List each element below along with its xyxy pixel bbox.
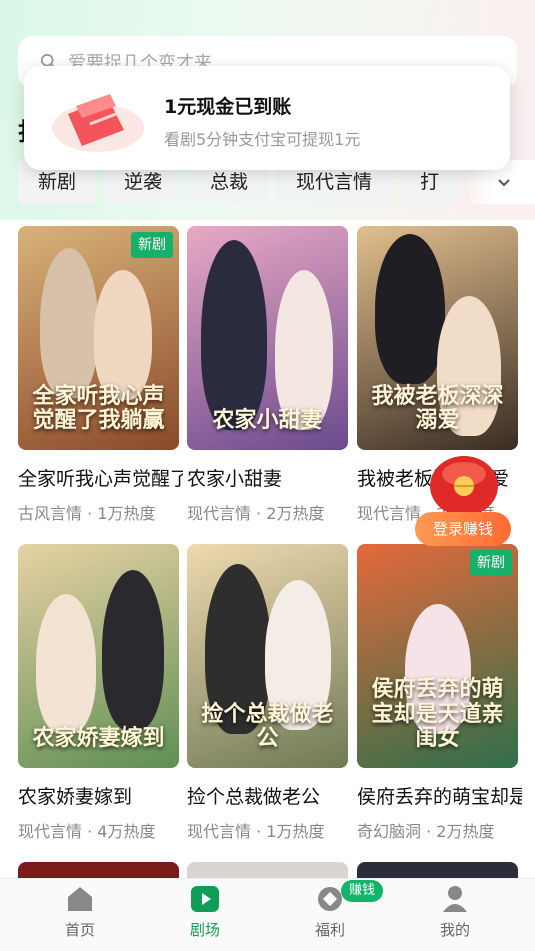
login-earn-button[interactable]: 登录赚钱 — [415, 512, 511, 546]
drama-meta: 奇幻脑洞 · 2万热度 — [357, 822, 495, 841]
poster-title: 侯府丢弃的萌宝却是天道亲闺女 — [371, 676, 504, 751]
drama-name[interactable]: 侯府丢弃的萌宝却是天道亲闺女 — [357, 782, 522, 809]
bottom-nav: 首页 剧场 福利 我的 — [0, 878, 535, 951]
drama-poster: 农家娇妻嫁到 — [18, 544, 179, 768]
nav-label: 福利 — [314, 921, 345, 939]
drama-meta: 现代言情 · 1万热度 — [187, 822, 325, 841]
drama-meta: 现代言情 · 2万热度 — [187, 504, 325, 523]
poster-title: 全家听我心声觉醒了我躺赢 — [32, 382, 165, 433]
drama-poster: 我被老板深深溺爱 — [357, 226, 518, 450]
toast-title: 1元现金已到账 — [164, 96, 292, 118]
drama-name[interactable]: 捡个总裁做老公 — [187, 782, 352, 809]
drama-poster: 农家小甜妻 — [187, 226, 348, 450]
drama-name[interactable]: 农家娇妻嫁到 — [18, 782, 183, 809]
poster-title: 我被老板深深溺爱 — [371, 382, 504, 433]
drama-meta: 现代言情 · 4万热度 — [18, 822, 156, 841]
new-badge: 新剧 — [470, 550, 512, 576]
nav-label: 我的 — [439, 921, 470, 939]
drama-name[interactable]: 农家小甜妻 — [187, 464, 352, 491]
play-icon — [191, 886, 219, 912]
nav-item-mine[interactable]: 我的 — [415, 885, 495, 947]
earn-badge: 赚钱 — [341, 880, 384, 902]
reward-toast[interactable]: 1元现金已到账 看剧5分钟支付宝可提现1元 — [24, 66, 510, 170]
drama-poster: 全家听我心声觉醒了我躺赢 新剧 — [18, 226, 179, 450]
new-badge: 新剧 — [131, 232, 173, 258]
poster-title: 捡个总裁做老公 — [201, 700, 334, 751]
login-reward-float[interactable]: 登录赚钱 — [414, 452, 514, 548]
user-icon — [443, 886, 467, 912]
drama-meta: 古风言情 · 1万热度 — [18, 504, 156, 523]
cash-envelope-icon — [52, 94, 144, 152]
nav-label: 首页 — [64, 921, 95, 939]
toast-subtitle: 看剧5分钟支付宝可提现1元 — [164, 130, 361, 149]
nav-label: 剧场 — [189, 921, 220, 939]
poster-title: 农家娇妻嫁到 — [32, 724, 165, 751]
chevron-down-icon[interactable] — [495, 174, 513, 192]
drama-poster: 捡个总裁做老公 — [187, 544, 348, 768]
drama-name[interactable]: 全家听我心声觉醒了 — [18, 464, 183, 491]
nav-item-home[interactable]: 首页 — [40, 885, 120, 947]
home-icon — [68, 887, 92, 911]
drama-poster: 侯府丢弃的萌宝却是天道亲闺女 新剧 — [357, 544, 518, 768]
nav-item-theater[interactable]: 剧场 — [165, 885, 245, 947]
poster-title: 农家小甜妻 — [212, 406, 323, 433]
